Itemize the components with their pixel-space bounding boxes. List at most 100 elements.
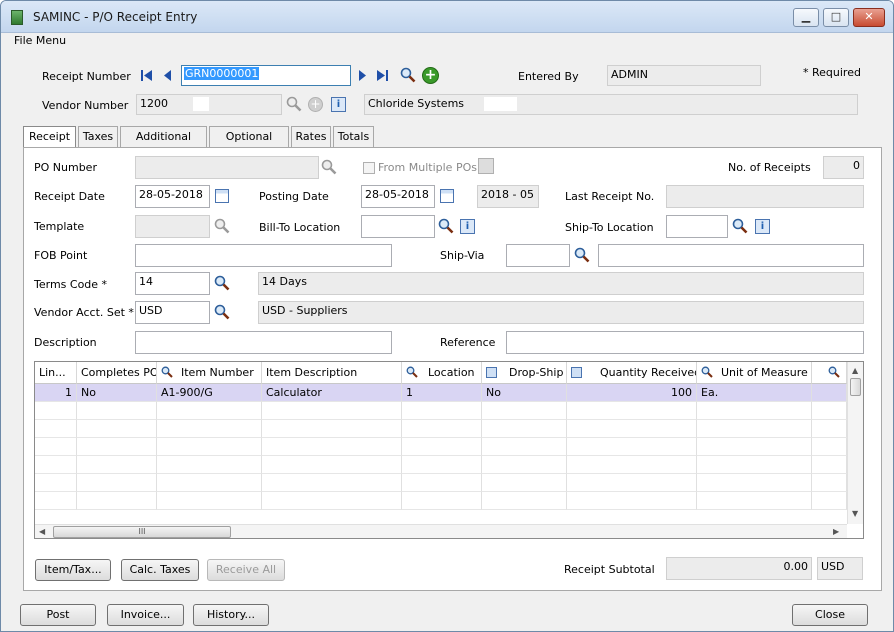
empty-grid-cell[interactable] (157, 474, 262, 492)
empty-grid-cell[interactable] (402, 402, 482, 420)
empty-grid-cell[interactable] (262, 492, 402, 510)
empty-grid-cell[interactable] (697, 438, 812, 456)
empty-grid-cell[interactable] (697, 456, 812, 474)
empty-grid-cell[interactable] (262, 402, 402, 420)
horizontal-scroll-thumb[interactable]: III (53, 526, 231, 538)
close-window-button[interactable]: ✕ (853, 8, 885, 27)
empty-grid-cell[interactable] (35, 402, 77, 420)
vendor-search-icon[interactable] (286, 96, 302, 112)
empty-grid-cell[interactable] (35, 438, 77, 456)
vendor-acct-set-input[interactable]: USD (135, 301, 210, 324)
bill-to-search-icon[interactable] (438, 218, 454, 234)
cell-line[interactable]: 1 (35, 384, 77, 402)
empty-grid-cell[interactable] (77, 474, 157, 492)
empty-grid-cell[interactable] (262, 438, 402, 456)
empty-grid-cell[interactable] (482, 438, 567, 456)
cell-item-description[interactable]: Calculator (262, 384, 402, 402)
empty-grid-cell[interactable] (402, 420, 482, 438)
cell-extra[interactable] (812, 384, 847, 402)
empty-grid-cell[interactable] (567, 492, 697, 510)
terms-code-input[interactable]: 14 (135, 272, 210, 295)
cell-drop-ship[interactable]: No (482, 384, 567, 402)
add-new-icon[interactable]: + (422, 67, 439, 84)
empty-grid-cell[interactable] (482, 402, 567, 420)
po-search-icon[interactable] (321, 159, 337, 175)
scroll-down-arrow[interactable]: ▼ (852, 509, 858, 518)
empty-grid-cell[interactable] (482, 420, 567, 438)
last-record-button[interactable] (377, 69, 389, 82)
multiple-pos-icon[interactable] (478, 158, 494, 174)
empty-grid-cell[interactable] (35, 456, 77, 474)
tab-rates[interactable]: Rates (291, 126, 331, 147)
item-tax-button[interactable]: Item/Tax... (35, 559, 111, 581)
col-header-item-number[interactable]: Item Number (157, 362, 262, 384)
template-field[interactable] (135, 215, 210, 238)
col-header-line[interactable]: Lin... (35, 362, 77, 384)
empty-grid-cell[interactable] (77, 438, 157, 456)
description-input[interactable] (135, 331, 392, 354)
cell-location[interactable]: 1 (402, 384, 482, 402)
fob-point-input[interactable] (135, 244, 392, 267)
empty-grid-cell[interactable] (402, 438, 482, 456)
po-number-field[interactable] (135, 156, 319, 179)
empty-grid-cell[interactable] (812, 492, 847, 510)
close-button[interactable]: Close (792, 604, 868, 626)
cell-item-number[interactable]: A1-900/G (157, 384, 262, 402)
first-record-button[interactable] (141, 69, 153, 82)
empty-grid-cell[interactable] (262, 456, 402, 474)
empty-grid-cell[interactable] (77, 402, 157, 420)
history-button[interactable]: History... (193, 604, 269, 626)
empty-grid-cell[interactable] (77, 420, 157, 438)
invoice-button[interactable]: Invoice... (107, 604, 184, 626)
post-button[interactable]: Post (20, 604, 96, 626)
vertical-scrollbar[interactable]: ▲ ▼ (847, 362, 863, 524)
empty-grid-cell[interactable] (567, 402, 697, 420)
from-multiple-pos-checkbox[interactable] (363, 162, 375, 174)
file-menu[interactable]: File Menu (14, 34, 66, 47)
template-search-icon[interactable] (214, 218, 230, 234)
empty-grid-cell[interactable] (567, 456, 697, 474)
empty-grid-cell[interactable] (157, 456, 262, 474)
empty-grid-cell[interactable] (482, 492, 567, 510)
receipt-date-input[interactable]: 28-05-2018 (135, 185, 210, 208)
empty-grid-cell[interactable] (157, 492, 262, 510)
col-header-unit-of-measure[interactable]: Unit of Measure (697, 362, 812, 384)
bill-to-input[interactable] (361, 215, 435, 238)
receipt-date-calendar-icon[interactable] (215, 189, 229, 203)
col-header-drop-ship[interactable]: Drop-Ship (482, 362, 567, 384)
receive-all-button[interactable]: Receive All (207, 559, 285, 581)
posting-date-calendar-icon[interactable] (440, 189, 454, 203)
ship-to-search-icon[interactable] (732, 218, 748, 234)
scroll-left-arrow[interactable]: ◀ (39, 527, 45, 536)
empty-grid-cell[interactable] (567, 438, 697, 456)
receipt-number-input[interactable]: GRN0000001 (181, 65, 351, 86)
empty-grid-cell[interactable] (697, 474, 812, 492)
ship-via-input[interactable] (506, 244, 570, 267)
cell-quantity-received[interactable]: 100 (567, 384, 697, 402)
empty-grid-cell[interactable] (157, 402, 262, 420)
empty-grid-cell[interactable] (402, 474, 482, 492)
search-icon[interactable] (400, 67, 416, 83)
tab-optional-fields[interactable]: Optional Fields (209, 126, 289, 162)
empty-grid-cell[interactable] (567, 474, 697, 492)
horizontal-scrollbar[interactable]: ◀ III ▶ (35, 524, 847, 538)
scroll-up-arrow[interactable]: ▲ (852, 366, 858, 375)
tab-taxes[interactable]: Taxes (78, 126, 118, 147)
col-header-quantity-received[interactable]: Quantity Received (567, 362, 697, 384)
empty-grid-cell[interactable] (697, 402, 812, 420)
empty-grid-cell[interactable] (402, 492, 482, 510)
col-header-completes-po[interactable]: Completes PO (77, 362, 157, 384)
minimize-button[interactable]: ▁ (793, 8, 819, 27)
empty-grid-cell[interactable] (812, 474, 847, 492)
empty-grid-cell[interactable] (35, 420, 77, 438)
empty-grid-cell[interactable] (482, 474, 567, 492)
vertical-scroll-thumb[interactable] (850, 378, 861, 396)
next-record-button[interactable] (358, 69, 368, 82)
empty-grid-cell[interactable] (567, 420, 697, 438)
ship-to-info-icon[interactable]: i (755, 219, 770, 234)
reference-input[interactable] (506, 331, 864, 354)
empty-grid-cell[interactable] (157, 438, 262, 456)
cell-uom[interactable]: Ea. (697, 384, 812, 402)
empty-grid-cell[interactable] (812, 402, 847, 420)
terms-search-icon[interactable] (214, 275, 230, 291)
